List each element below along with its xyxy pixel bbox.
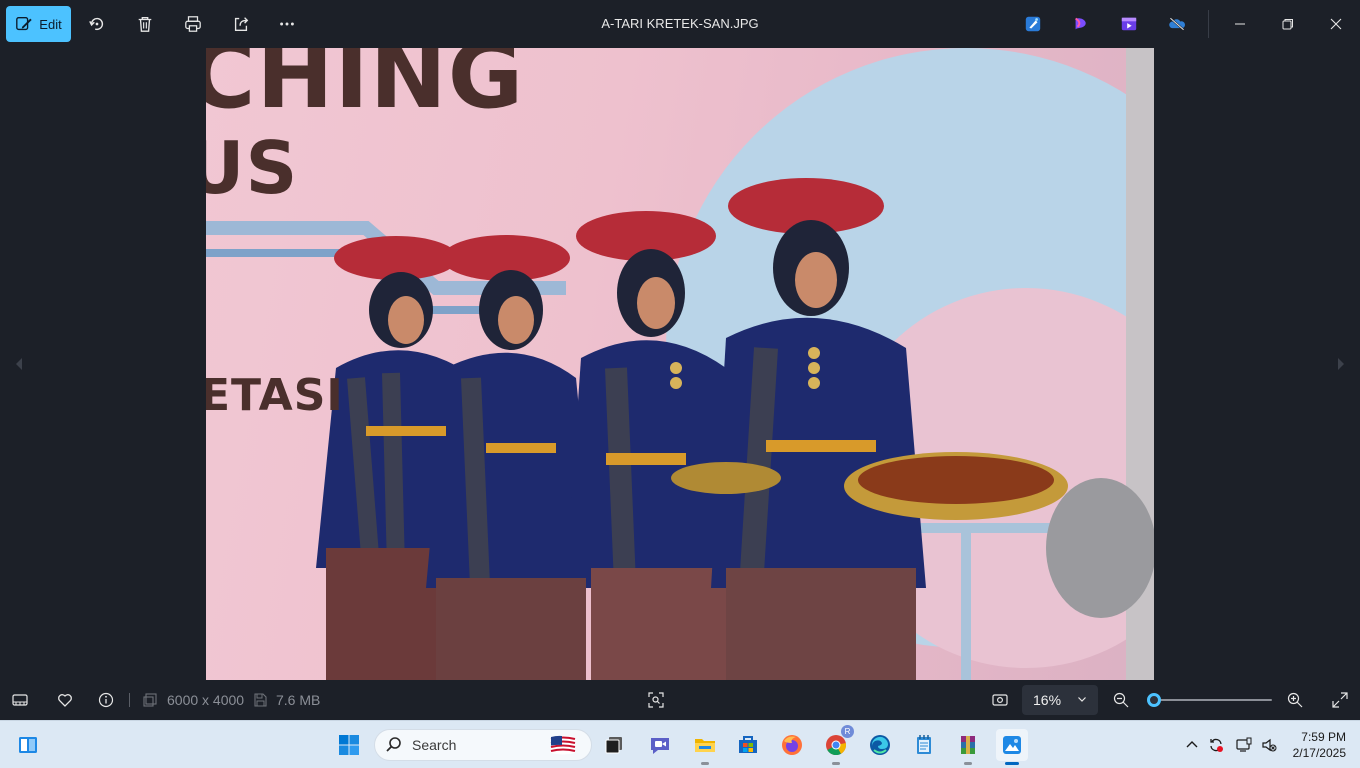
show-hidden-icons-chevron-up-icon[interactable] bbox=[1182, 735, 1202, 755]
search-placeholder: Search bbox=[412, 737, 457, 753]
running-indicator bbox=[701, 762, 709, 765]
zoom-level-dropdown[interactable]: 16% bbox=[1022, 685, 1098, 715]
winrar-icon[interactable] bbox=[952, 729, 984, 765]
notepad-icon[interactable] bbox=[908, 729, 940, 761]
restore-button[interactable] bbox=[1264, 0, 1312, 48]
chrome-profile-badge: R bbox=[841, 725, 854, 738]
rotate-icon[interactable] bbox=[85, 12, 109, 36]
widgets-icon[interactable] bbox=[12, 729, 44, 761]
chevron-right-icon bbox=[1338, 358, 1344, 370]
info-icon[interactable] bbox=[96, 690, 116, 710]
more-icon[interactable] bbox=[275, 12, 299, 36]
status-divider bbox=[129, 693, 130, 707]
microsoft-store-icon[interactable] bbox=[732, 729, 764, 761]
taskbar-search-input[interactable]: Search bbox=[374, 729, 592, 761]
edge-icon[interactable] bbox=[864, 729, 896, 761]
photo-image: CHING US ETASI bbox=[206, 48, 1154, 680]
zoom-in-icon[interactable] bbox=[1285, 690, 1305, 710]
zoom-slider[interactable] bbox=[1147, 693, 1272, 707]
banner-text-line1: CHING bbox=[206, 48, 525, 129]
fullscreen-icon[interactable] bbox=[1330, 690, 1350, 710]
volume-muted-icon[interactable] bbox=[1259, 735, 1279, 755]
visual-search-icon[interactable] bbox=[646, 690, 666, 710]
minimize-button[interactable] bbox=[1216, 0, 1264, 48]
chrome-icon[interactable]: R bbox=[820, 725, 854, 765]
image-dimensions: 6000 x 4000 bbox=[167, 692, 245, 708]
active-indicator bbox=[1005, 762, 1019, 765]
filmstrip-icon[interactable] bbox=[10, 690, 30, 710]
minimize-icon bbox=[1235, 23, 1245, 25]
clock-date: 2/17/2025 bbox=[1292, 746, 1346, 760]
search-icon bbox=[386, 737, 401, 752]
clock-time: 7:59 PM bbox=[1301, 730, 1346, 744]
banner-text-line3: ETASI bbox=[206, 370, 344, 421]
share-icon[interactable] bbox=[229, 12, 253, 36]
system-clock[interactable]: 7:59 PM 2/17/2025 bbox=[1282, 729, 1346, 761]
chevron-left-icon bbox=[16, 358, 22, 370]
photo-viewer: CHING US ETASI bbox=[0, 48, 1360, 680]
edit-label: Edit bbox=[39, 16, 62, 32]
file-explorer-icon[interactable] bbox=[689, 729, 721, 765]
zoom-slider-thumb[interactable] bbox=[1147, 693, 1162, 707]
zoom-out-icon[interactable] bbox=[1111, 690, 1131, 710]
start-button[interactable] bbox=[333, 729, 365, 761]
windows-logo-icon bbox=[339, 735, 359, 755]
zoom-level: 16% bbox=[1033, 692, 1062, 708]
favorite-heart-icon[interactable] bbox=[55, 690, 75, 710]
delete-icon[interactable] bbox=[133, 12, 157, 36]
dimensions-icon bbox=[140, 690, 160, 710]
title-bar: Edit A-TARI KRETEK-SAN.JPG bbox=[0, 0, 1360, 48]
video-editor-icon[interactable] bbox=[1117, 12, 1141, 36]
next-photo-button[interactable] bbox=[1326, 348, 1356, 380]
status-bar: 6000 x 4000 7.6 MB 16% bbox=[0, 680, 1360, 720]
teams-chat-icon[interactable] bbox=[644, 729, 676, 761]
photos-app-icon[interactable] bbox=[996, 729, 1028, 765]
us-flag-icon bbox=[550, 735, 576, 755]
designer-icon[interactable] bbox=[1021, 12, 1045, 36]
chevron-down-icon bbox=[1078, 697, 1086, 702]
sync-icon[interactable] bbox=[1206, 735, 1226, 755]
file-size-icon bbox=[250, 690, 270, 710]
edit-button[interactable]: Edit bbox=[6, 6, 71, 42]
window-title: A-TARI KRETEK-SAN.JPG bbox=[601, 16, 759, 31]
photo-scene bbox=[206, 48, 1154, 680]
restore-icon bbox=[1282, 19, 1293, 30]
previous-photo-button[interactable] bbox=[4, 348, 34, 380]
running-indicator bbox=[964, 762, 972, 765]
actual-size-icon[interactable] bbox=[990, 690, 1010, 710]
close-icon bbox=[1330, 18, 1342, 30]
firefox-icon[interactable] bbox=[776, 729, 808, 761]
edit-pencil-icon bbox=[16, 17, 32, 31]
file-size: 7.6 MB bbox=[276, 692, 321, 708]
toolbar-divider bbox=[1208, 10, 1209, 38]
taskbar: Search R 7:59 PM 2/17/2025 bbox=[0, 720, 1360, 768]
network-display-icon[interactable] bbox=[1234, 735, 1254, 755]
running-indicator bbox=[832, 762, 840, 765]
clipchamp-icon[interactable] bbox=[1069, 12, 1093, 36]
banner-text-line2: US bbox=[206, 126, 299, 210]
onedrive-icon[interactable] bbox=[1165, 12, 1189, 36]
task-view-icon[interactable] bbox=[598, 729, 630, 761]
print-icon[interactable] bbox=[181, 12, 205, 36]
close-button[interactable] bbox=[1312, 0, 1360, 48]
